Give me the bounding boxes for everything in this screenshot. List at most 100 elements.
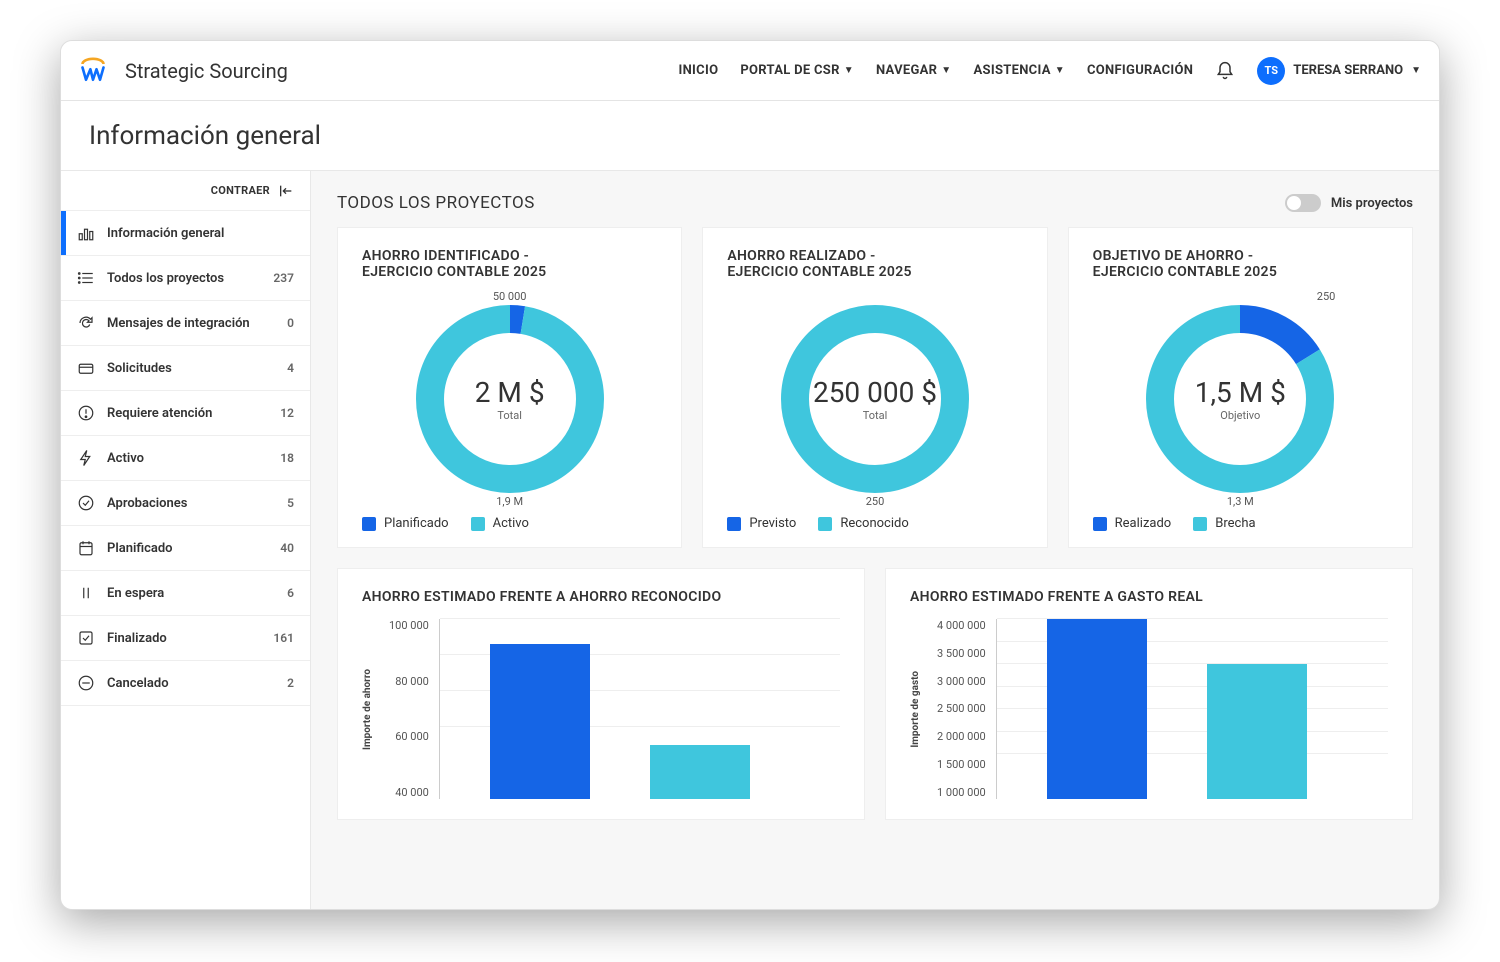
main-content: TODOS LOS PROYECTOS Mis proyectos AHORRO…	[311, 171, 1439, 909]
sidebar-item-count: 0	[287, 316, 294, 330]
refresh-icon	[77, 314, 95, 332]
legend-label: Realizado	[1115, 516, 1172, 531]
collapse-icon	[278, 183, 294, 199]
alert-icon	[77, 404, 95, 422]
sidebar-item-en-espera[interactable]: En espera 6	[61, 571, 310, 616]
donut-center-sub: Objetivo	[1220, 409, 1260, 422]
donut-card-2: OBJETIVO DE AHORRO -EJERCICIO CONTABLE 2…	[1068, 227, 1413, 548]
workday-logo-icon	[79, 57, 107, 85]
sidebar-item-label: Aprobaciones	[107, 496, 275, 511]
legend-label: Reconocido	[840, 516, 908, 531]
sidebar-item-información-general[interactable]: Información general	[61, 211, 310, 256]
toggle-label: Mis proyectos	[1331, 196, 1413, 211]
collapse-label: CONTRAER	[211, 184, 270, 197]
nav-config-label: CONFIGURACIÓN	[1087, 63, 1193, 78]
donut-center-sub: Total	[863, 409, 888, 422]
topbar: Strategic Sourcing INICIO PORTAL DE CSR ▼…	[61, 41, 1439, 101]
nav-navegar-label: NAVEGAR	[876, 63, 937, 78]
donut-center-value: 2 M $	[475, 376, 545, 409]
legend-label: Previsto	[749, 516, 796, 531]
list-icon	[77, 269, 95, 287]
sidebar-item-solicitudes[interactable]: Solicitudes 4	[61, 346, 310, 391]
sidebar: CONTRAER Información general Todos los pr…	[61, 171, 311, 909]
sidebar-item-label: Información general	[107, 226, 282, 241]
y-tick: 3 500 000	[937, 647, 986, 660]
y-axis-label: Importe de ahorro	[362, 669, 373, 750]
nav-inicio[interactable]: INICIO	[678, 63, 718, 78]
done-icon	[77, 629, 95, 647]
bar-plot	[996, 619, 1388, 799]
sidebar-item-label: Requiere atención	[107, 406, 268, 421]
card-title: AHORRO ESTIMADO FRENTE A GASTO REAL	[910, 589, 1388, 605]
donut-bottom-value: 250	[866, 495, 885, 508]
bar-card-0: AHORRO ESTIMADO FRENTE A AHORRO RECONOCI…	[337, 568, 865, 820]
sidebar-item-cancelado[interactable]: Cancelado2	[61, 661, 310, 706]
notifications-bell-icon[interactable]	[1215, 61, 1235, 81]
nav-asistencia-label: ASISTENCIA	[974, 63, 1051, 78]
my-projects-toggle[interactable]	[1285, 194, 1321, 212]
bolt-icon	[77, 449, 95, 467]
sidebar-item-aprobaciones[interactable]: Aprobaciones 5	[61, 481, 310, 526]
app-title: Strategic Sourcing	[125, 59, 288, 83]
sidebar-item-mensajes-de-integración[interactable]: Mensajes de integración0	[61, 301, 310, 346]
y-tick: 3 000 000	[937, 675, 986, 688]
y-tick: 100 000	[389, 619, 429, 632]
sidebar-item-count: 12	[280, 406, 294, 420]
caret-down-icon: ▼	[844, 65, 854, 76]
bar	[490, 644, 590, 799]
legend-item: Activo	[471, 516, 529, 531]
card-title: AHORRO IDENTIFICADO -EJERCICIO CONTABLE …	[362, 248, 657, 280]
legend-label: Brecha	[1215, 516, 1255, 531]
sidebar-item-label: Activo	[107, 451, 268, 466]
pause-icon	[77, 584, 95, 602]
y-tick: 2 000 000	[937, 730, 986, 743]
sidebar-item-count: 6	[287, 586, 294, 600]
caret-down-icon: ▼	[1411, 65, 1421, 76]
nav-asistencia[interactable]: ASISTENCIA▼	[974, 63, 1065, 78]
card-title: AHORRO REALIZADO -EJERCICIO CONTABLE 202…	[727, 248, 1022, 280]
y-tick: 80 000	[395, 675, 429, 688]
bar-plot	[439, 619, 840, 799]
nav-navegar[interactable]: NAVEGAR▼	[876, 63, 952, 78]
sidebar-collapse-button[interactable]: CONTRAER	[61, 171, 310, 211]
user-menu[interactable]: TS TERESA SERRANO ▼	[1257, 57, 1421, 85]
sidebar-item-label: Solicitudes	[107, 361, 275, 376]
card-title: OBJETIVO DE AHORRO -EJERCICIO CONTABLE 2…	[1093, 248, 1388, 280]
sidebar-item-todos-los-proyectos[interactable]: Todos los proyectos237	[61, 256, 310, 301]
calendar-icon	[77, 539, 95, 557]
nav-config[interactable]: CONFIGURACIÓN	[1087, 63, 1193, 78]
sidebar-item-activo[interactable]: Activo 18	[61, 436, 310, 481]
nav-portal[interactable]: PORTAL DE CSR ▼	[740, 63, 854, 78]
sidebar-item-count: 4	[287, 361, 294, 375]
section-title: TODOS LOS PROYECTOS	[337, 193, 535, 213]
donut-center-sub: Total	[497, 409, 522, 422]
donut-card-0: AHORRO IDENTIFICADO -EJERCICIO CONTABLE …	[337, 227, 682, 548]
y-tick: 1 500 000	[937, 758, 986, 771]
sidebar-item-label: En espera	[107, 586, 275, 601]
sidebar-item-requiere-atención[interactable]: Requiere atención 12	[61, 391, 310, 436]
sidebar-item-count: 18	[280, 451, 294, 465]
legend-item: Planificado	[362, 516, 449, 531]
page-title-bar: Información general	[61, 101, 1439, 171]
nav-portal-label: PORTAL DE CSR	[740, 63, 839, 78]
cancel-icon	[77, 674, 95, 692]
y-axis: 100 00080 00060 00040 000	[389, 619, 429, 799]
sidebar-item-planificado[interactable]: Planificado40	[61, 526, 310, 571]
sidebar-item-count: 5	[287, 496, 294, 510]
sidebar-item-count: 161	[273, 631, 294, 645]
sidebar-item-count: 40	[280, 541, 294, 555]
y-tick: 2 500 000	[937, 702, 986, 715]
y-axis-label: Importe de gasto	[910, 671, 921, 748]
donut-bottom-value: 1,9 M	[496, 495, 523, 508]
bar	[1207, 664, 1307, 799]
bar-card-1: AHORRO ESTIMADO FRENTE A GASTO REAL Impor…	[885, 568, 1413, 820]
donut-center-value: 250 000 $	[813, 376, 937, 409]
y-tick: 60 000	[395, 730, 429, 743]
legend-label: Planificado	[384, 516, 449, 531]
bar	[1047, 619, 1147, 799]
donut-card-1: AHORRO REALIZADO -EJERCICIO CONTABLE 202…	[702, 227, 1047, 548]
sidebar-item-label: Cancelado	[107, 676, 275, 691]
bar	[650, 745, 750, 799]
check-circle-icon	[77, 494, 95, 512]
sidebar-item-finalizado[interactable]: Finalizado161	[61, 616, 310, 661]
